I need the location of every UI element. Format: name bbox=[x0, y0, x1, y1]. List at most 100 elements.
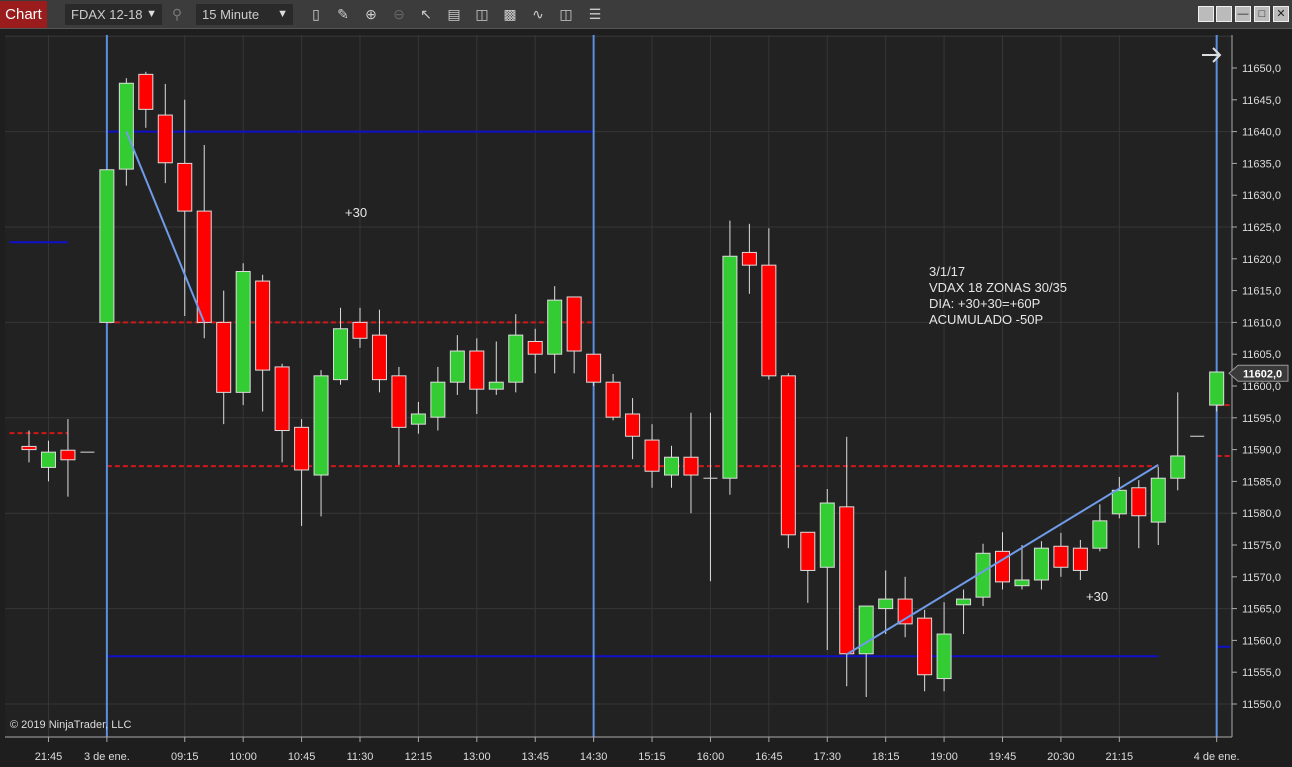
menu-list-icon[interactable]: ☰ bbox=[586, 5, 604, 23]
price-tick-label: 11555,0 bbox=[1242, 667, 1281, 679]
close-button[interactable]: ✕ bbox=[1273, 6, 1289, 22]
candle-down bbox=[177, 162, 193, 212]
candle-up bbox=[333, 328, 349, 381]
price-tick-label: 11605,0 bbox=[1242, 349, 1281, 361]
candle-up bbox=[956, 598, 972, 606]
candle-up bbox=[1014, 579, 1030, 587]
price-tick-label: 11580,0 bbox=[1242, 508, 1281, 520]
candle-down bbox=[917, 617, 933, 676]
interval-value: 15 Minute bbox=[202, 7, 260, 22]
data-box-icon[interactable]: ▤ bbox=[445, 5, 463, 23]
minimize-button[interactable]: — bbox=[1235, 6, 1251, 22]
price-tick-label: 11565,0 bbox=[1242, 604, 1281, 616]
candle-down bbox=[1131, 487, 1147, 517]
price-tick-label: 11615,0 bbox=[1242, 286, 1281, 298]
zoom-in-icon[interactable]: ⊕ bbox=[362, 5, 380, 23]
candle-up bbox=[235, 271, 251, 393]
price-tick-label: 11570,0 bbox=[1242, 572, 1281, 584]
candle-down bbox=[741, 251, 757, 266]
price-tick-label: 11595,0 bbox=[1242, 413, 1281, 425]
price-tick-label: 11635,0 bbox=[1242, 158, 1281, 170]
candle-up bbox=[1209, 371, 1225, 406]
candle-down bbox=[605, 381, 621, 418]
time-tick-label: 13:45 bbox=[521, 751, 549, 763]
time-tick-label: 13:00 bbox=[463, 751, 491, 763]
candle-up bbox=[118, 82, 134, 170]
price-tick-label: 11630,0 bbox=[1242, 190, 1281, 202]
candle-up bbox=[819, 502, 835, 568]
interval-selector[interactable]: 15 Minute ▼ bbox=[196, 4, 293, 25]
bar-type-icon[interactable]: ▯ bbox=[307, 5, 325, 23]
pnl-label-left: +30 bbox=[345, 205, 367, 220]
time-tick-label: 17:30 bbox=[814, 751, 842, 763]
candle-down bbox=[780, 375, 796, 536]
link-button-2[interactable] bbox=[1216, 6, 1232, 22]
price-tick-label: 11575,0 bbox=[1242, 540, 1281, 552]
price-tick-label: 11585,0 bbox=[1242, 476, 1281, 488]
candle-up bbox=[430, 381, 446, 418]
candle-up bbox=[878, 598, 894, 610]
time-tick-label: 12:15 bbox=[405, 751, 433, 763]
search-icon[interactable]: ⚲ bbox=[168, 5, 186, 23]
time-tick-label: 20:30 bbox=[1047, 751, 1075, 763]
instrument-value: FDAX 12-18 bbox=[71, 7, 143, 22]
note-line-2: VDAX 18 ZONAS 30/35 bbox=[929, 280, 1067, 295]
candle-down bbox=[1072, 547, 1088, 571]
time-tick-label: 16:00 bbox=[697, 751, 725, 763]
properties-icon[interactable]: ◫ bbox=[473, 5, 491, 23]
zoom-out-icon[interactable]: ⊖ bbox=[390, 5, 408, 23]
note-line-1: 3/1/17 bbox=[929, 264, 965, 279]
templates-icon[interactable]: ◫ bbox=[557, 5, 575, 23]
chart-toolbar: Chart FDAX 12-18 ▼ ⚲ 15 Minute ▼ ▯ ✎ ⊕ ⊖ ↖… bbox=[0, 0, 1292, 29]
last-price-label: 11602,0 bbox=[1243, 368, 1282, 380]
price-tick-label: 11650,0 bbox=[1242, 63, 1281, 75]
price-tick-label: 11625,0 bbox=[1242, 222, 1281, 234]
candle-up bbox=[722, 255, 738, 479]
maximize-button[interactable]: □ bbox=[1254, 6, 1270, 22]
candle-up bbox=[936, 633, 952, 680]
candle-up bbox=[1111, 489, 1127, 515]
candle-down bbox=[761, 264, 777, 377]
candlestick-chart[interactable]: 11550,0 11555,0 11560,0 11565,0 11570,0 11575… bbox=[0, 30, 1292, 767]
candle-down bbox=[352, 321, 368, 339]
candle-down bbox=[216, 321, 232, 393]
candle-down bbox=[274, 366, 290, 432]
candle-down bbox=[255, 280, 271, 371]
candle-up bbox=[99, 169, 115, 323]
time-tick-label: 09:15 bbox=[171, 751, 199, 763]
chevron-down-icon: ▼ bbox=[277, 8, 288, 20]
price-tick-label: 11620,0 bbox=[1242, 254, 1281, 266]
candle-up bbox=[1092, 520, 1108, 549]
time-tick-label: 18:15 bbox=[872, 751, 900, 763]
chart-tab[interactable]: Chart bbox=[0, 1, 47, 28]
chevron-down-icon: ▼ bbox=[146, 8, 157, 20]
copyright: © 2019 NinjaTrader, LLC bbox=[10, 719, 131, 731]
candle-down bbox=[294, 426, 310, 471]
candle-up bbox=[40, 451, 56, 468]
candle-up bbox=[313, 375, 329, 476]
candle-up bbox=[449, 350, 465, 383]
candle-down bbox=[1053, 545, 1069, 568]
draw-tool-icon[interactable]: ✎ bbox=[334, 5, 352, 23]
link-button[interactable] bbox=[1198, 6, 1214, 22]
pointer-icon[interactable]: ↖ bbox=[417, 5, 435, 23]
candle-down bbox=[138, 73, 154, 110]
strategies-icon[interactable]: ∿ bbox=[529, 5, 547, 23]
candle-down bbox=[644, 439, 660, 472]
instrument-selector[interactable]: FDAX 12-18 ▼ bbox=[65, 4, 162, 25]
time-tick-label: 19:45 bbox=[989, 751, 1017, 763]
candle-up bbox=[410, 413, 426, 425]
candle-up bbox=[508, 334, 524, 383]
time-tick-label: 21:45 bbox=[35, 751, 63, 763]
candle-down bbox=[157, 114, 173, 164]
candle-down bbox=[839, 506, 855, 655]
time-tick-label: 10:45 bbox=[288, 751, 316, 763]
candle-down bbox=[21, 445, 37, 451]
indicators-icon[interactable]: ▩ bbox=[501, 5, 519, 23]
price-tick-label: 11640,0 bbox=[1242, 127, 1281, 139]
time-tick-label: 3 de ene. bbox=[84, 751, 130, 763]
price-tick-label: 11590,0 bbox=[1242, 445, 1281, 457]
time-tick-label: 19:00 bbox=[930, 751, 958, 763]
price-tick-label: 11550,0 bbox=[1242, 699, 1281, 711]
candle-down bbox=[391, 375, 407, 428]
